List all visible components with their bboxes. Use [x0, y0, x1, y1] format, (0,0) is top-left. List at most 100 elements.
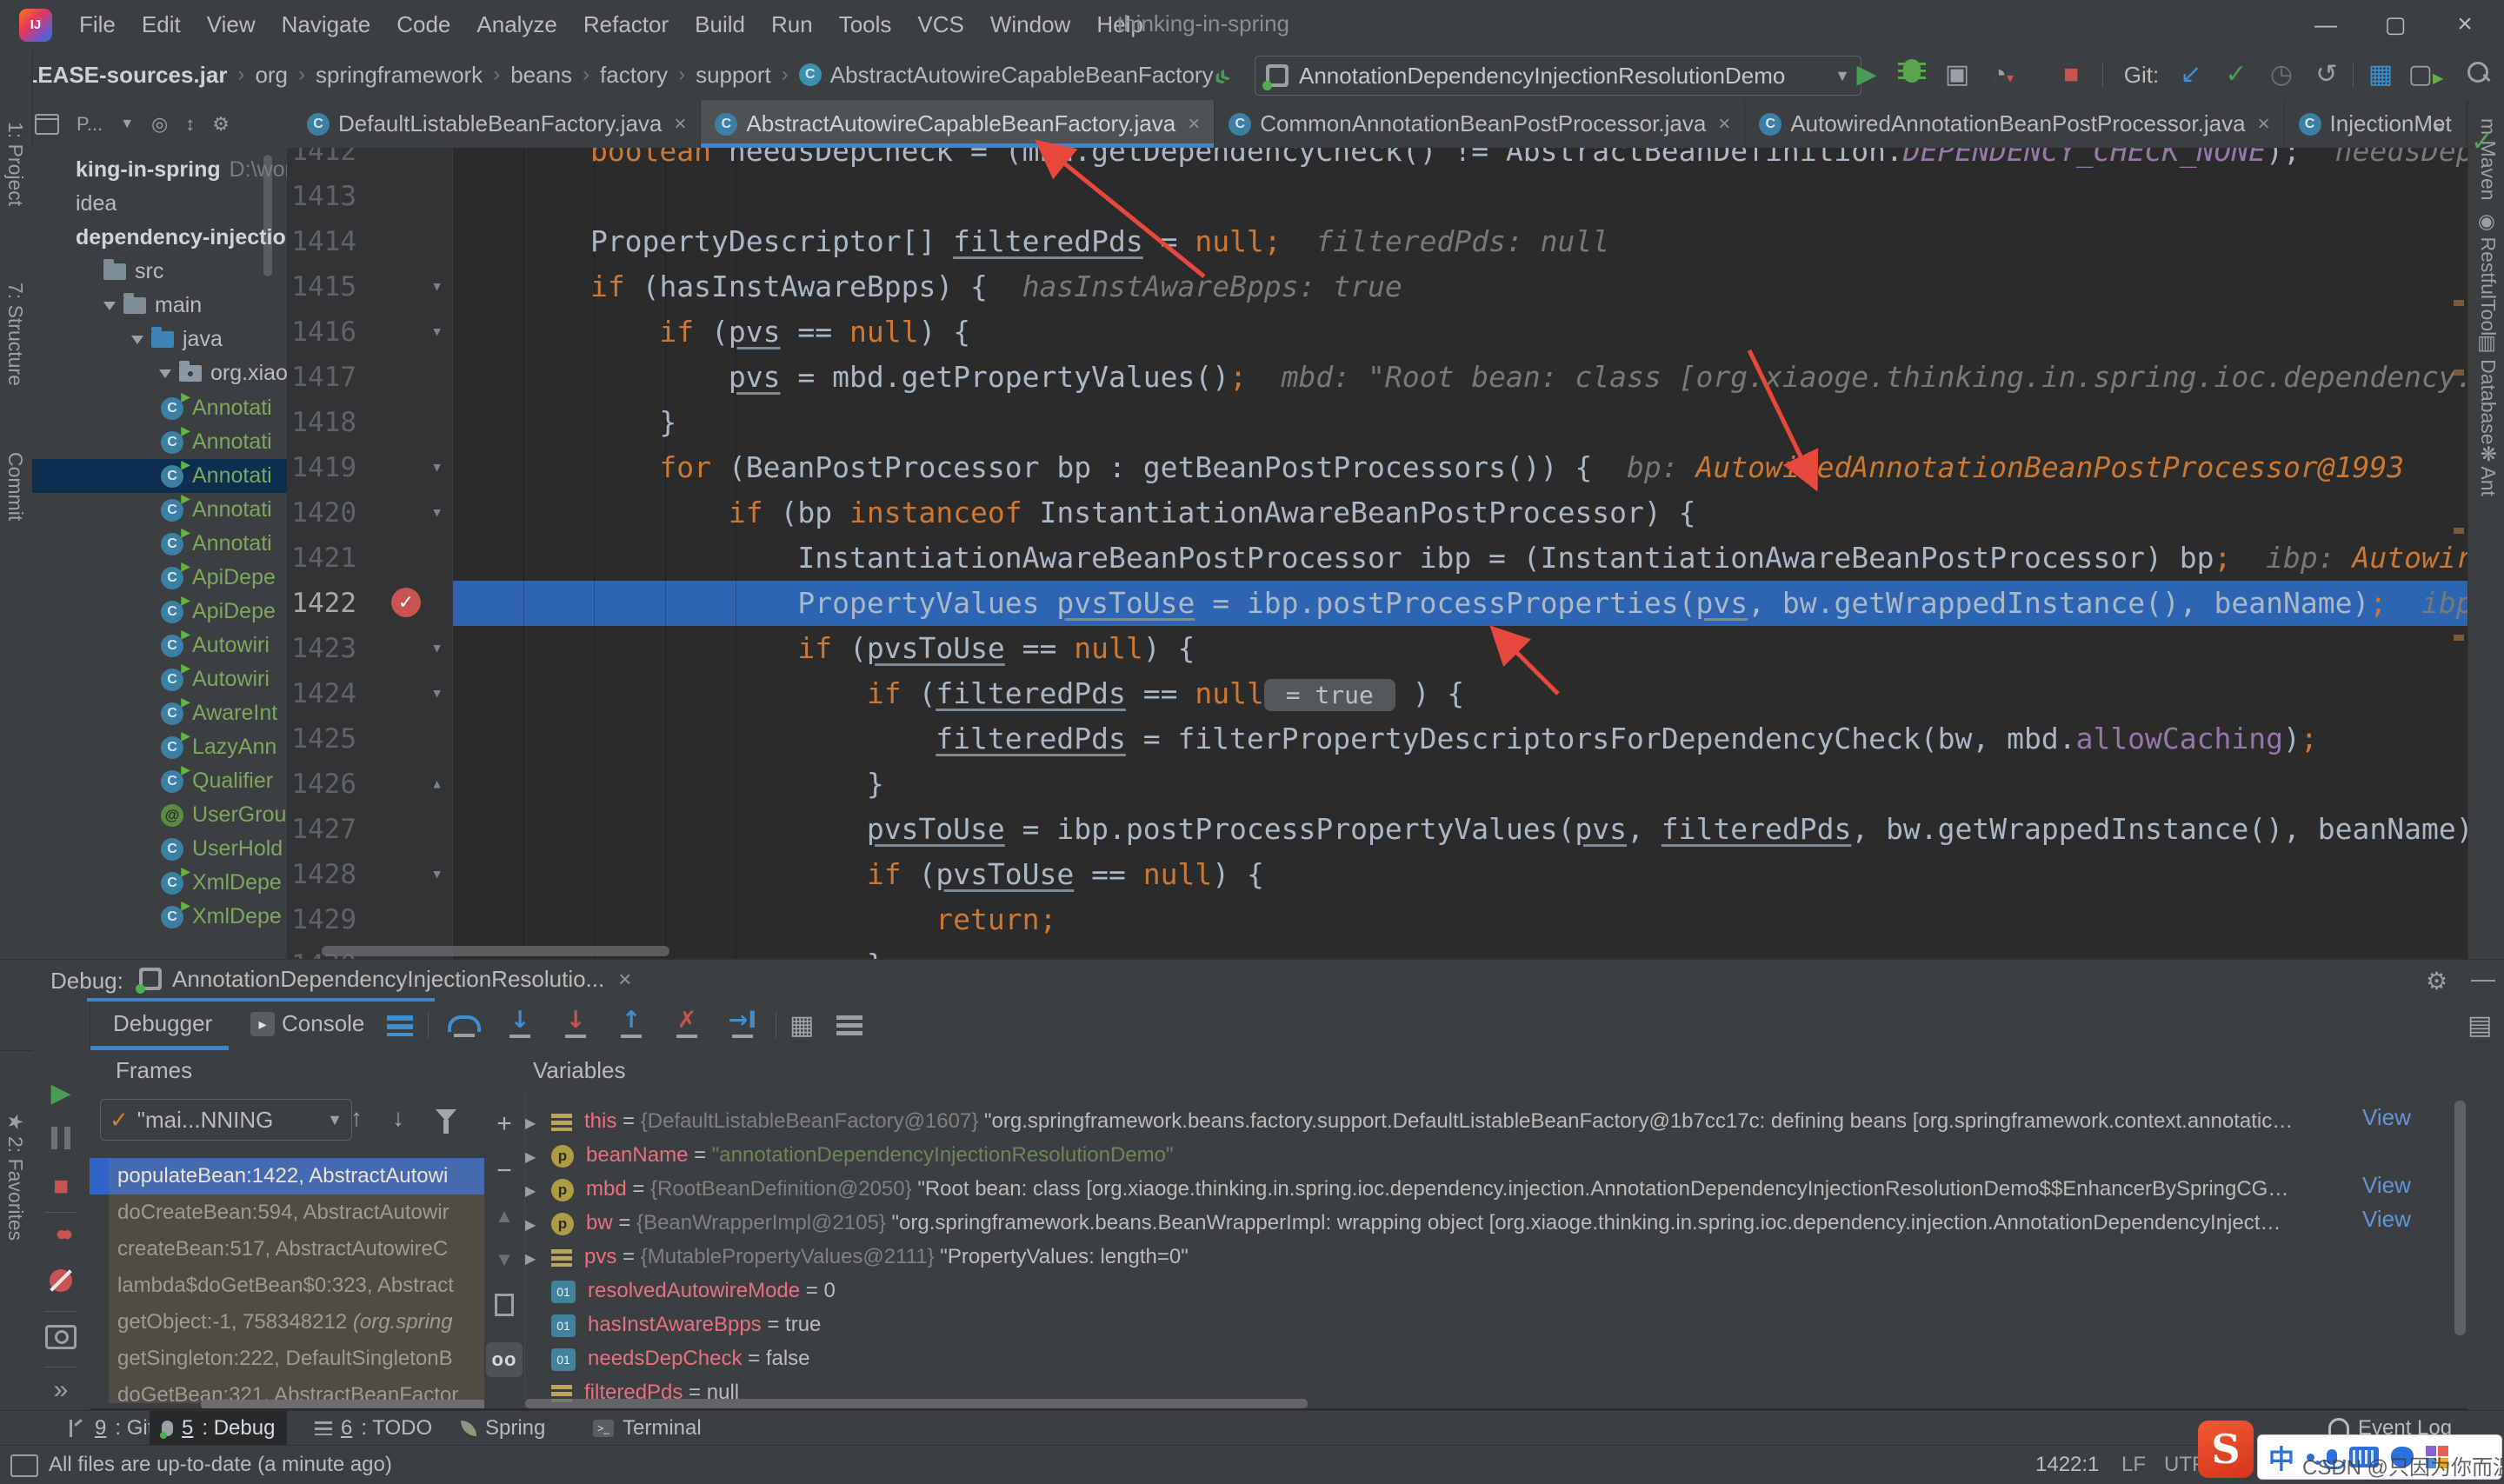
close-icon[interactable]: ×	[674, 112, 686, 136]
project-view-label[interactable]: P...	[77, 113, 103, 136]
code-line-1423[interactable]: if (pvsToUse == null) {	[452, 626, 2467, 671]
move-up-button[interactable]: ▲	[484, 1201, 524, 1231]
tree-item-apidepe[interactable]: CApiDepe	[32, 561, 287, 595]
profiler-button[interactable]: ◔▾	[1983, 57, 2021, 92]
code-line-1414[interactable]: PropertyDescriptor[] filteredPds = null;…	[452, 219, 2467, 264]
variable-row[interactable]: ▶pmbd = {RootBeanDefinition@2050} "Root …	[525, 1172, 2374, 1206]
tab-overflow-chevron-icon[interactable]: ⌄	[2430, 110, 2449, 137]
filter-icon[interactable]	[436, 1109, 456, 1121]
breadcrumb-class[interactable]: AbstractAutowireCapableBeanFactory	[830, 62, 1214, 89]
layout-icon[interactable]	[387, 1015, 413, 1036]
expand-arrow-icon[interactable]	[131, 336, 143, 344]
evaluate-expression-button[interactable]: ▦	[789, 1010, 814, 1041]
menu-item-refactor[interactable]: Refactor	[570, 6, 682, 43]
tree-item-apidepe[interactable]: CApiDepe	[32, 595, 287, 629]
frame-up-button[interactable]: ↑	[350, 1104, 363, 1132]
code-editor[interactable]: 1412141314141415▾1416▾141714181419▾1420▾…	[287, 148, 2467, 959]
code-line-1419[interactable]: for (BeanPostProcessor bp : getBeanPostP…	[452, 445, 2467, 490]
move-down-button[interactable]: ▼	[484, 1245, 524, 1274]
line-number[interactable]: 1416	[287, 309, 356, 355]
hide-panel-icon[interactable]: —	[2471, 965, 2495, 993]
stripe-item-database[interactable]: ▤ Database	[2476, 335, 2500, 445]
git-update-button[interactable]: ↙	[2172, 57, 2210, 92]
variable-row[interactable]: ▶pbw = {BeanWrapperImpl@2105} "org.sprin…	[525, 1206, 2374, 1240]
code-line-1422[interactable]: PropertyValues pvsToUse = ibp.postProces…	[452, 581, 2467, 626]
breadcrumb-item[interactable]: ELEASE-sources.jar	[9, 62, 227, 89]
fold-marker-icon[interactable]: ▾	[431, 490, 443, 536]
stop-button[interactable]: ■	[32, 1172, 90, 1201]
code-line-1420[interactable]: if (bp instanceof InstantiationAwareBean…	[452, 490, 2467, 536]
variables-scrollbar[interactable]	[2454, 1101, 2466, 1335]
tree-item-dependency-injection[interactable]: dependency-injection	[32, 221, 287, 255]
tree-item-src[interactable]: src	[32, 255, 287, 289]
tree-item-xmldepe[interactable]: CXmlDepe	[32, 900, 287, 934]
code-line-1418[interactable]: }	[452, 400, 2467, 445]
code-line-1429[interactable]: return;	[452, 897, 2467, 942]
line-number[interactable]: 1424	[287, 671, 356, 716]
step-out-button[interactable]: ↑	[612, 1008, 650, 1045]
breadcrumb-item[interactable]: factory	[600, 62, 668, 89]
fold-marker-icon[interactable]: ▾	[431, 445, 443, 490]
menu-item-build[interactable]: Build	[682, 6, 758, 43]
line-number[interactable]: 1413	[287, 174, 356, 219]
run-configuration-select[interactable]: AnnotationDependencyInjectionResolutionD…	[1255, 56, 1861, 96]
debug-button[interactable]	[1893, 57, 1931, 92]
code-line-1416[interactable]: if (pvs == null) {	[452, 309, 2467, 355]
frame-down-button[interactable]: ↓	[392, 1104, 404, 1132]
fold-marker-icon[interactable]: ▴	[431, 762, 443, 807]
tree-item-annotati[interactable]: CAnnotati	[32, 459, 287, 493]
tab-debugger[interactable]: Debugger	[113, 1010, 212, 1037]
run-anything-button[interactable]: ▢▶	[2407, 57, 2445, 92]
tree-item-userhold[interactable]: CUserHold	[32, 832, 287, 866]
ime-language[interactable]: 中	[2268, 1438, 2294, 1476]
variable-row[interactable]: 01hasInstAwareBpps = true	[525, 1308, 2374, 1341]
line-number[interactable]: 1425	[287, 716, 356, 762]
fold-marker-icon[interactable]: ▾	[431, 264, 443, 309]
expand-arrow-icon[interactable]: ▶	[525, 1242, 551, 1274]
fold-marker-icon[interactable]: ▾	[431, 852, 443, 897]
caret-position[interactable]: 1422:1	[2035, 1453, 2099, 1477]
step-over-button[interactable]	[445, 1008, 483, 1045]
code-line-1412[interactable]: boolean needsDepCheck = (mbd.getDependen…	[452, 148, 2467, 174]
variable-row[interactable]: 01needsDepCheck = false	[525, 1341, 2374, 1375]
drop-frame-button[interactable]: ✗	[668, 1008, 706, 1045]
tree-item-annotati[interactable]: CAnnotati	[32, 391, 287, 425]
copy-button[interactable]	[484, 1294, 524, 1323]
line-number[interactable]: 1422	[287, 581, 356, 626]
pause-button[interactable]	[32, 1127, 90, 1156]
line-number[interactable]: 1418	[287, 400, 356, 445]
expand-arrow-icon[interactable]	[159, 369, 171, 378]
tree-item-autowiri[interactable]: CAutowiri	[32, 662, 287, 696]
editor-tab[interactable]: CCommonAnnotationBeanPostProcessor.java×	[1215, 100, 1745, 148]
stripe-item-ant[interactable]: ❋ Ant	[2476, 445, 2500, 496]
view-breakpoints-button[interactable]: ●●	[32, 1222, 90, 1247]
fold-marker-icon[interactable]: ▾	[431, 626, 443, 671]
fold-marker-icon[interactable]: ▾	[431, 671, 443, 716]
gear-icon[interactable]: ⚙	[212, 113, 230, 136]
code-line-1425[interactable]: filteredPds = filterPropertyDescriptorsF…	[452, 716, 2467, 762]
menu-item-code[interactable]: Code	[383, 6, 463, 43]
view-link[interactable]: View	[2362, 1206, 2411, 1233]
line-number[interactable]: 1420	[287, 490, 356, 536]
maximize-button[interactable]: ▢	[2365, 7, 2426, 42]
tool-window-button-spring[interactable]: Spring	[449, 1411, 557, 1446]
mute-breakpoints-button[interactable]	[32, 1269, 90, 1299]
git-history-button[interactable]: ◷	[2262, 57, 2301, 92]
gear-icon[interactable]: ⚙	[2426, 967, 2447, 995]
close-button[interactable]: ×	[2434, 7, 2495, 42]
breadcrumb-item[interactable]: org	[255, 62, 288, 89]
menu-item-edit[interactable]: Edit	[129, 6, 194, 43]
line-number[interactable]: 1429	[287, 897, 356, 942]
tree-item-autowiri[interactable]: CAutowiri	[32, 629, 287, 662]
editor-tab[interactable]: CAbstractAutowireCapableBeanFactory.java…	[701, 100, 1215, 148]
tab-console[interactable]: Console	[282, 1010, 364, 1037]
close-icon[interactable]: ×	[1718, 112, 1730, 136]
collapse-all-icon[interactable]: ↕	[185, 113, 195, 136]
tree-item-annotati[interactable]: CAnnotati	[32, 493, 287, 527]
line-number[interactable]: 1415	[287, 264, 356, 309]
variable-row[interactable]: 01resolvedAutowireMode = 0	[525, 1274, 2374, 1308]
expand-arrow-icon[interactable]	[103, 302, 116, 310]
variable-row[interactable]: ▶pvs = {MutablePropertyValues@2111} "Pro…	[525, 1240, 2374, 1274]
menu-item-tools[interactable]: Tools	[826, 6, 905, 43]
run-to-cursor-button[interactable]: →I	[723, 1008, 762, 1045]
